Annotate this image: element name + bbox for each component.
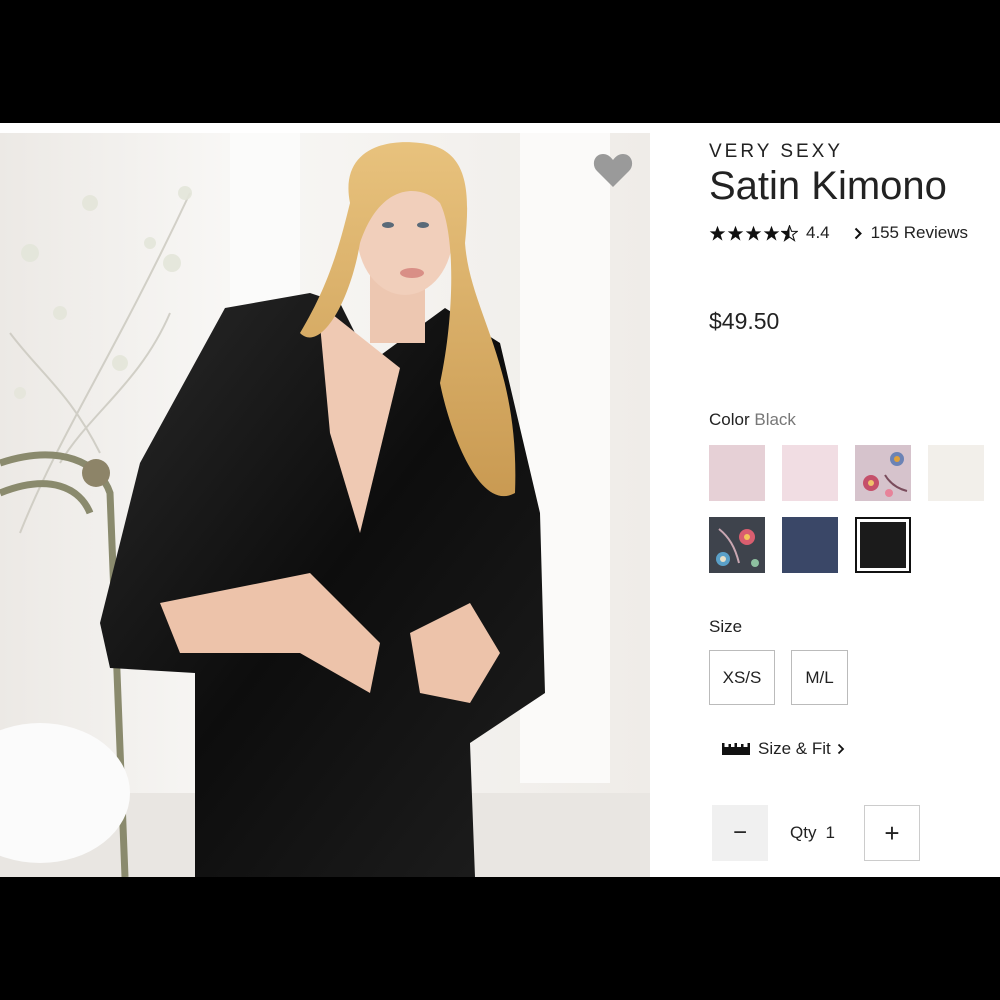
floral-dark-pattern-swatch: [709, 517, 765, 573]
color-swatch-floral-pink[interactable]: [855, 445, 911, 501]
star-icon: [763, 225, 780, 241]
product-brand: VERY SEXY: [709, 141, 844, 162]
plus-icon: +: [884, 817, 900, 848]
heart-icon: [593, 154, 633, 187]
reviews-link[interactable]: 155 Reviews: [854, 223, 968, 243]
quantity-label: Qty: [790, 823, 817, 842]
reviews-count: 155 Reviews: [870, 223, 968, 242]
quantity-display: Qty 1: [790, 823, 835, 843]
product-page: VERY SEXY Satin Kimono 4.4 155 Reviews $…: [0, 123, 1000, 877]
product-image: [0, 133, 650, 877]
chevron-right-icon: [837, 743, 845, 755]
letterbox-bottom: [0, 877, 1000, 1000]
letterbox-top: [0, 0, 1000, 123]
chevron-right-icon: [854, 227, 862, 239]
color-label: Color Black: [709, 410, 796, 430]
color-swatch-black[interactable]: [855, 517, 911, 573]
product-title: Satin Kimono: [709, 164, 947, 208]
rating-stars: [709, 224, 799, 242]
color-swatch-floral-charcoal[interactable]: [709, 517, 765, 573]
star-icon: [727, 225, 744, 241]
size-fit-link[interactable]: Size & Fit: [722, 739, 845, 759]
wishlist-button[interactable]: [590, 147, 636, 193]
model-photo-illustration: [0, 133, 650, 877]
quantity-value: 1: [825, 823, 835, 842]
size-fit-label: Size & Fit: [758, 739, 831, 758]
star-icon: [709, 225, 726, 241]
color-swatch-blush-pink[interactable]: [782, 445, 838, 501]
half-star-icon: [781, 224, 798, 242]
size-option-xs-s[interactable]: XS/S: [709, 650, 775, 705]
color-swatch-ivory[interactable]: [928, 445, 984, 501]
size-label: Size: [709, 617, 743, 636]
rating-value: 4.4: [806, 223, 830, 242]
color-label-text: Color: [709, 410, 750, 429]
ruler-icon: [722, 743, 750, 755]
quantity-decrease-button[interactable]: −: [712, 805, 768, 861]
product-price: $49.50: [709, 308, 780, 334]
quantity-increase-button[interactable]: +: [864, 805, 920, 861]
selected-color: Black: [754, 410, 796, 429]
floral-pattern-swatch: [855, 445, 911, 501]
color-swatch-light-mauve[interactable]: [709, 445, 765, 501]
size-option-m-l[interactable]: M/L: [791, 650, 848, 705]
product-info: VERY SEXY Satin Kimono 4.4 155 Reviews $…: [709, 123, 1000, 877]
minus-icon: −: [732, 819, 747, 846]
rating-row: 4.4 155 Reviews: [709, 223, 968, 243]
color-swatch-navy[interactable]: [782, 517, 838, 573]
star-icon: [745, 225, 762, 241]
